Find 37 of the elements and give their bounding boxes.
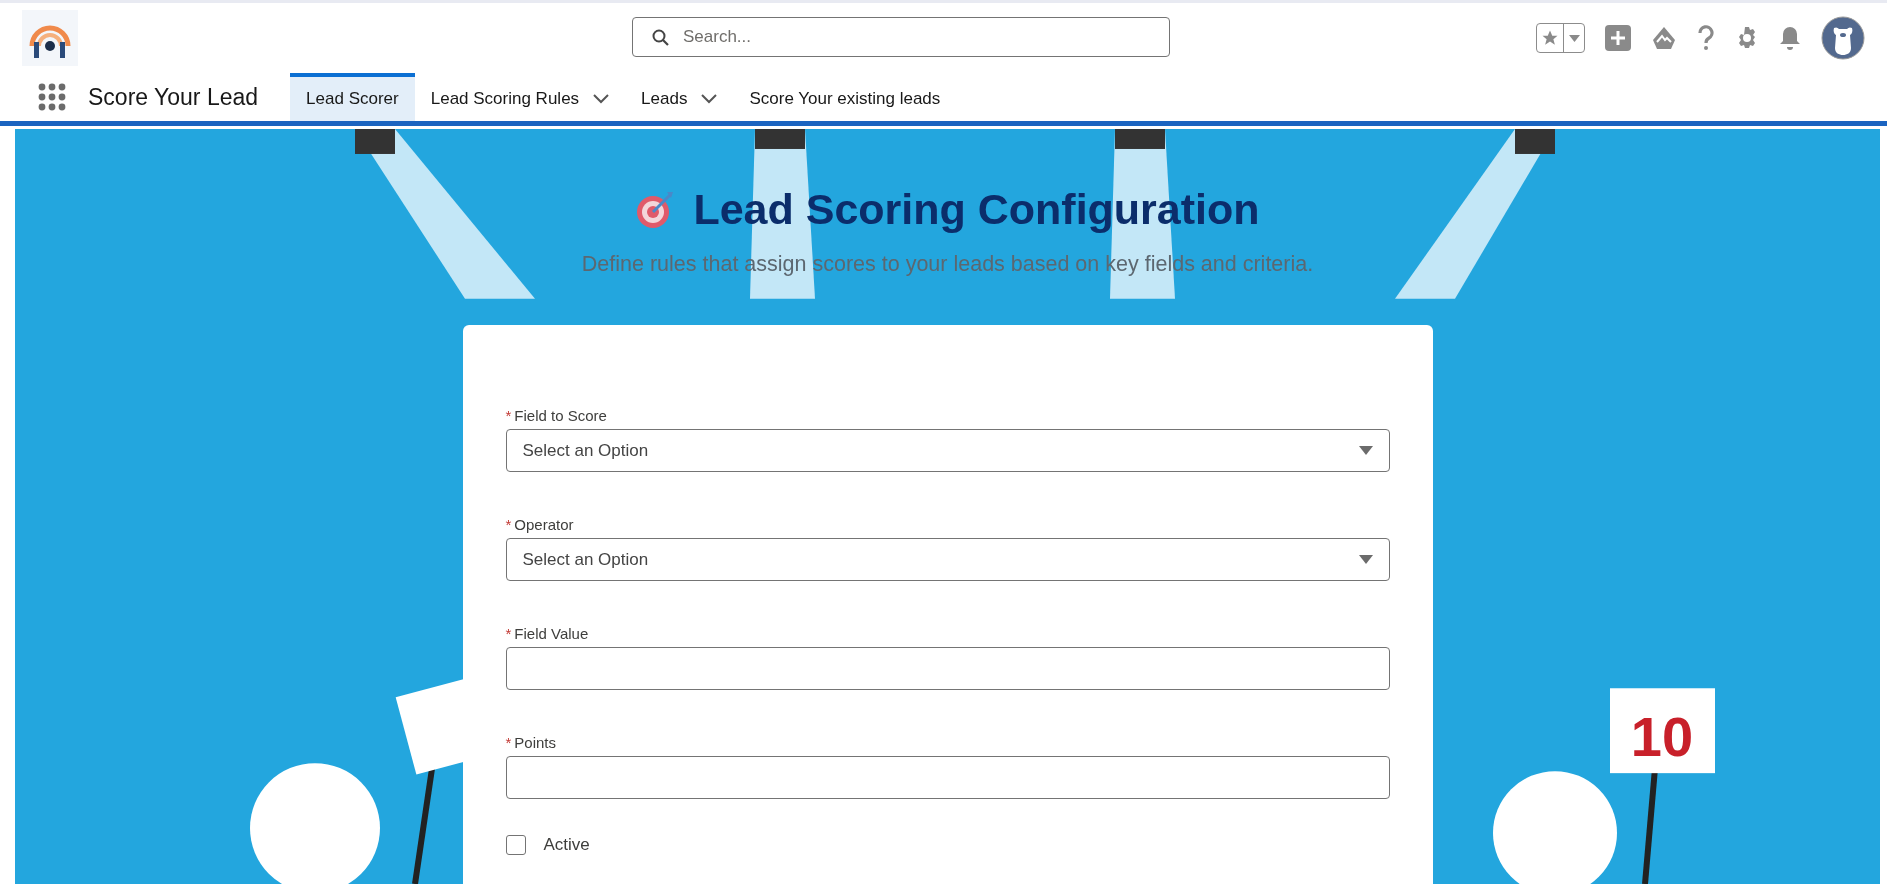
favorites-button[interactable] <box>1536 23 1585 53</box>
select-field[interactable]: Select an Option <box>505 538 1390 581</box>
logo-icon[interactable] <box>22 10 78 66</box>
required-mark: * <box>505 407 512 424</box>
checkbox-label: Active <box>543 835 590 855</box>
help-icon[interactable] <box>1697 25 1715 51</box>
required-mark: * <box>505 516 512 533</box>
nav-tab[interactable]: Leads <box>625 73 734 121</box>
avatar-icon[interactable] <box>1821 16 1865 60</box>
chevron-down-icon[interactable] <box>593 94 610 104</box>
dropdown-arrow-icon <box>1358 446 1373 455</box>
search-field[interactable]: Search... <box>632 17 1170 57</box>
field-label: Field to Score <box>514 407 607 424</box>
field-label: Points <box>514 734 557 751</box>
nav-tab[interactable]: Lead Scorer <box>290 73 415 121</box>
select-field[interactable]: Select an Option <box>505 429 1390 472</box>
checkbox[interactable] <box>505 835 526 855</box>
input-field[interactable] <box>505 647 1390 690</box>
app-name: Score Your Lead <box>88 83 259 111</box>
required-mark: * <box>505 625 512 642</box>
target-icon <box>635 189 676 230</box>
mountain-icon[interactable] <box>1651 26 1677 50</box>
search-icon <box>652 29 669 46</box>
nav-tab[interactable]: Lead Scoring Rules <box>414 73 626 121</box>
input-field[interactable] <box>505 756 1390 799</box>
chevron-down-icon[interactable] <box>701 94 718 104</box>
plus-icon[interactable] <box>1605 25 1631 51</box>
bell-icon[interactable] <box>1779 25 1801 51</box>
field-label: Field Value <box>514 625 589 642</box>
app-launcher-icon[interactable] <box>38 83 66 111</box>
caret-icon <box>1568 34 1580 42</box>
star-icon <box>1541 29 1559 47</box>
field-label: Operator <box>514 516 574 533</box>
figure-drawing: 10 <box>1493 688 1715 884</box>
nav-tab[interactable]: Score Your existing leads <box>733 73 957 121</box>
dropdown-arrow-icon <box>1358 555 1373 564</box>
required-mark: * <box>505 734 512 751</box>
